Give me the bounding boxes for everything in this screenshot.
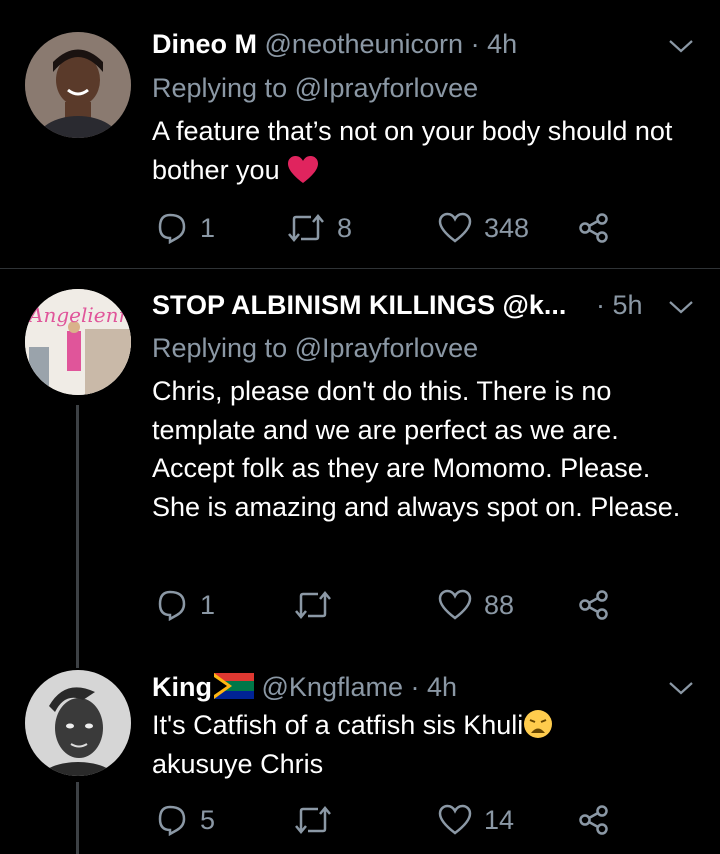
- retweet-button[interactable]: 8: [287, 208, 352, 248]
- reply-button[interactable]: 5: [156, 800, 215, 840]
- retweet-icon: [288, 214, 324, 242]
- reply-icon: [158, 590, 186, 621]
- avatar-photo: [25, 670, 131, 776]
- retweet-button[interactable]: [294, 585, 332, 625]
- replying-label: Replying to: [152, 333, 288, 363]
- tweet-2[interactable]: Angelienn STOP ALBINISM KILLINGS @k... ·…: [0, 269, 720, 654]
- separator-dot: ·: [470, 29, 480, 59]
- like-heart-icon: [438, 212, 472, 243]
- tweet-time: · 5h: [596, 289, 643, 321]
- tweet-text: A feature that’s not on your body should…: [152, 112, 692, 189]
- user-handle[interactable]: @neotheunicorn: [265, 29, 464, 59]
- like-button[interactable]: 348: [438, 208, 529, 248]
- like-heart-icon: [438, 589, 472, 620]
- reply-count: 5: [200, 804, 216, 835]
- share-button[interactable]: [578, 800, 610, 840]
- like-count: 88: [484, 589, 515, 620]
- chevron-down-icon[interactable]: [668, 299, 694, 315]
- red-heart-emoji-icon: [288, 155, 319, 183]
- replying-handle[interactable]: @Iprayforlovee: [295, 73, 479, 103]
- action-bar: 1 88: [152, 585, 672, 625]
- weary-face-emoji-icon: [524, 710, 553, 738]
- tweet-3[interactable]: King @Kngflame · 4h It's Catfish of a ca…: [0, 654, 720, 854]
- chevron-down-icon[interactable]: [668, 680, 694, 696]
- tweet-text-line-2: akusuye Chris: [152, 748, 324, 779]
- tweet-text: It's Catfish of a catfish sis Khuli akus…: [152, 706, 692, 783]
- like-count: 14: [484, 804, 515, 835]
- tweet-text-content: A feature that’s not on your body should…: [152, 116, 673, 185]
- tweet-header: STOP ALBINISM KILLINGS @k...: [152, 289, 566, 321]
- thread-line: [76, 654, 79, 668]
- action-bar: 5 14: [152, 800, 672, 840]
- like-button[interactable]: 88: [438, 585, 514, 625]
- display-name[interactable]: Dineo M: [152, 29, 257, 59]
- reply-icon: [158, 213, 186, 244]
- user-handle[interactable]: @Kngflame: [262, 672, 403, 702]
- separator-dot: ·: [410, 672, 420, 702]
- tweet-text: Chris, please don't do this. There is no…: [152, 376, 681, 522]
- thread-line: [76, 782, 79, 854]
- retweet-count: 8: [337, 212, 353, 243]
- timestamp[interactable]: 4h: [427, 672, 457, 702]
- share-button[interactable]: [578, 585, 610, 625]
- retweet-icon: [295, 806, 331, 834]
- share-icon: [579, 213, 608, 243]
- avatar[interactable]: [25, 32, 131, 138]
- replying-to: Replying to @Iprayforlovee: [152, 332, 478, 364]
- share-icon: [579, 805, 608, 835]
- reply-count: 1: [200, 589, 216, 620]
- avatar[interactable]: Angelienn: [25, 289, 131, 395]
- thread-line: [76, 405, 79, 654]
- separator-dot: ·: [596, 290, 605, 320]
- timestamp[interactable]: 4h: [487, 29, 517, 59]
- replying-handle[interactable]: @Iprayforlovee: [295, 333, 479, 363]
- display-name[interactable]: STOP ALBINISM KILLINGS: [152, 290, 495, 320]
- tweet-1[interactable]: Dineo M @neotheunicorn · 4h Replying to …: [0, 0, 720, 268]
- reply-icon: [158, 805, 186, 836]
- avatar[interactable]: [25, 670, 131, 776]
- user-handle[interactable]: @k...: [503, 290, 567, 320]
- display-name[interactable]: King: [152, 672, 212, 702]
- tweet-text-content: It's Catfish of a catfish sis Khuli: [152, 710, 524, 740]
- reply-button[interactable]: 1: [156, 585, 215, 625]
- reply-button[interactable]: 1: [156, 208, 215, 248]
- share-icon: [579, 590, 608, 620]
- avatar-photo: [25, 32, 131, 138]
- avatar-script-text: Angelienn: [29, 303, 131, 327]
- like-heart-icon: [438, 804, 472, 835]
- replying-label: Replying to: [152, 73, 288, 103]
- reply-count: 1: [200, 212, 216, 243]
- retweet-button[interactable]: [294, 800, 332, 840]
- replying-to: Replying to @Iprayforlovee: [152, 72, 478, 104]
- tweet-header: Dineo M @neotheunicorn · 4h: [152, 28, 517, 60]
- south-africa-flag-emoji-icon: [214, 673, 254, 699]
- action-bar: 1 8 348: [152, 208, 672, 248]
- share-button[interactable]: [578, 208, 610, 248]
- tweet-header: King @Kngflame · 4h: [152, 671, 457, 703]
- chevron-down-icon[interactable]: [668, 38, 694, 54]
- timestamp[interactable]: 5h: [613, 290, 643, 320]
- retweet-icon: [295, 591, 331, 619]
- like-button[interactable]: 14: [438, 800, 514, 840]
- like-count: 348: [484, 212, 530, 243]
